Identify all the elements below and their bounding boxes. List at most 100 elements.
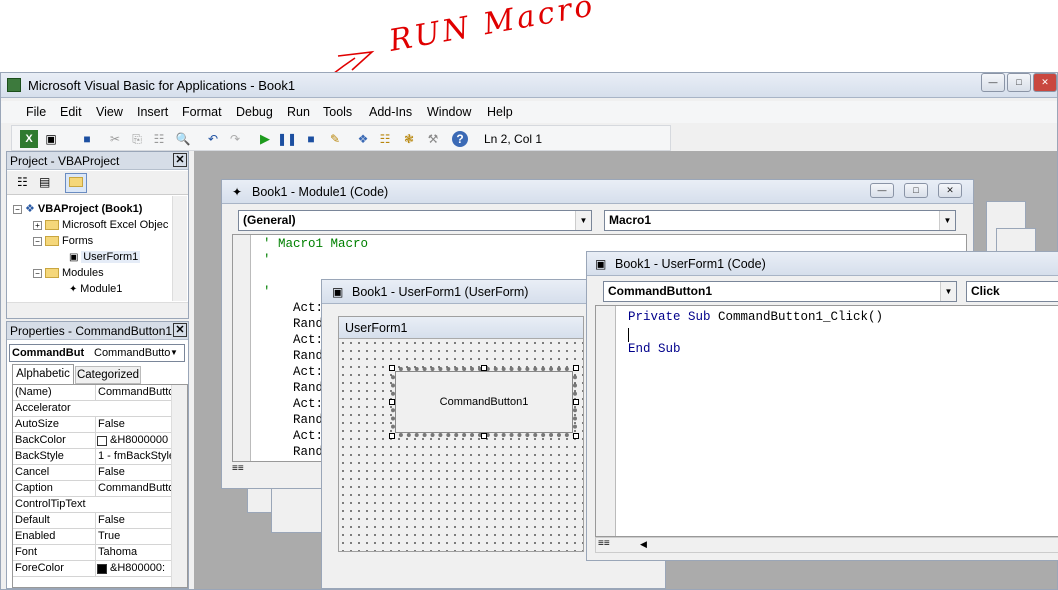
resize-handle[interactable] — [389, 399, 395, 405]
redo-icon[interactable]: ↷ — [226, 130, 244, 148]
chevron-down-icon[interactable]: ▼ — [940, 282, 956, 301]
code-hscrollbar[interactable]: ≡≡ ◀ — [595, 537, 1058, 553]
property-value[interactable]: &H8000000 — [95, 433, 177, 448]
module1-close-button[interactable]: ✕ — [938, 183, 962, 198]
menu-window[interactable]: Window — [427, 101, 471, 123]
property-row[interactable]: Accelerator — [13, 401, 178, 417]
properties-pane-header: Properties - CommandButton1 ✕ — [7, 322, 188, 340]
property-row[interactable]: ForeColor &H800000: — [13, 561, 178, 577]
property-value[interactable]: 1 - fmBackStyle — [95, 449, 177, 464]
property-row[interactable]: AutoSize False — [13, 417, 178, 433]
code-view-buttons[interactable]: ≡≡ — [598, 538, 610, 549]
module1-proc-combo[interactable]: Macro1 ▼ — [604, 210, 956, 231]
design-mode-icon[interactable]: ✎ — [326, 130, 344, 148]
resize-handle[interactable] — [573, 399, 579, 405]
resize-handle[interactable] — [481, 365, 487, 371]
undo-icon[interactable]: ↶ — [204, 130, 222, 148]
tree-modules[interactable]: − Modules — [33, 266, 104, 281]
property-row[interactable]: BackColor &H8000000 — [13, 433, 178, 449]
property-row[interactable]: BackStyle 1 - fmBackStyle — [13, 449, 178, 465]
property-value[interactable]: CommandButto — [95, 385, 177, 400]
insert-userform-icon[interactable]: ▣ — [42, 130, 60, 148]
toggle-folders-icon[interactable] — [65, 173, 87, 193]
menu-run[interactable]: Run — [287, 101, 310, 123]
userform-canvas[interactable]: UserForm1 CommandButton1 — [338, 316, 584, 552]
commandbutton1[interactable]: CommandButton1 — [395, 371, 573, 433]
code-proc-combo[interactable]: Click — [966, 281, 1058, 302]
property-value[interactable]: CommandButto — [95, 481, 177, 496]
property-row[interactable]: (Name) CommandButto — [13, 385, 178, 401]
property-value[interactable]: True — [95, 529, 177, 544]
view-code-icon[interactable]: ☷ — [17, 175, 28, 189]
menu-format[interactable]: Format — [182, 101, 222, 123]
pause-icon[interactable]: ❚❚ — [277, 130, 297, 148]
menu-tools[interactable]: Tools — [323, 101, 352, 123]
properties-window-icon[interactable]: ☷ — [376, 130, 394, 148]
module1-maximize-button[interactable]: □ — [904, 183, 928, 198]
property-row[interactable]: Font Tahoma — [13, 545, 178, 561]
menu-insert[interactable]: Insert — [137, 101, 168, 123]
userform-code-title: Book1 - UserForm1 (Code) — [615, 257, 766, 271]
chevron-down-icon[interactable]: ▼ — [575, 211, 591, 230]
resize-handle[interactable] — [389, 365, 395, 371]
tree-root[interactable]: − ❖ VBAProject (Book1) — [13, 202, 142, 217]
property-value[interactable]: False — [95, 417, 177, 432]
resize-handle[interactable] — [481, 433, 487, 439]
scroll-left-icon[interactable]: ◀ — [640, 539, 647, 550]
property-value[interactable]: False — [95, 465, 177, 480]
view-object-icon[interactable]: ▤ — [39, 175, 50, 189]
toolbox-icon[interactable]: ⚒ — [424, 130, 442, 148]
paste-icon[interactable]: ☷ — [150, 130, 168, 148]
property-value[interactable]: &H800000: — [95, 561, 177, 576]
menu-file[interactable]: File — [26, 101, 46, 123]
chevron-down-icon[interactable]: ▼ — [170, 345, 178, 361]
stop-icon[interactable]: ■ — [302, 130, 320, 148]
code-object-combo[interactable]: CommandButton1 ▼ — [603, 281, 957, 302]
project-hscrollbar[interactable] — [7, 302, 188, 318]
menu-view[interactable]: View — [96, 101, 123, 123]
object-browser-icon[interactable]: ❃ — [400, 130, 418, 148]
restore-button[interactable]: □ — [1007, 73, 1031, 92]
resize-handle[interactable] — [573, 365, 579, 371]
project-explorer-icon[interactable]: ❖ — [354, 130, 372, 148]
find-icon[interactable]: 🔍 — [174, 130, 192, 148]
excel-icon[interactable]: X — [20, 130, 38, 148]
tree-excel-objects[interactable]: + Microsoft Excel Objec — [33, 218, 168, 233]
property-row[interactable]: Default False — [13, 513, 178, 529]
copy-icon[interactable]: ⎘ — [128, 130, 146, 148]
tree-userform1[interactable]: ▣ UserForm1 — [69, 250, 141, 265]
object-selector[interactable]: CommandBut CommandButto ▼ — [9, 344, 185, 362]
tree-module1[interactable]: ✦ Module1 — [69, 282, 122, 297]
module1-minimize-button[interactable]: — — [870, 183, 894, 198]
tab-categorized[interactable]: Categorized — [75, 366, 141, 384]
property-row[interactable]: Caption CommandButto — [13, 481, 178, 497]
minimize-button[interactable]: — — [981, 73, 1005, 92]
project-scrollbar[interactable] — [172, 196, 187, 301]
project-pane-close-icon[interactable]: ✕ — [173, 153, 187, 167]
property-value[interactable]: Tahoma — [95, 545, 177, 560]
chevron-down-icon[interactable]: ▼ — [939, 211, 955, 230]
property-row[interactable]: Enabled True — [13, 529, 178, 545]
resize-handle[interactable] — [573, 433, 579, 439]
menu-addins[interactable]: Add-Ins — [369, 101, 412, 123]
menu-edit[interactable]: Edit — [60, 101, 82, 123]
userform-code-area[interactable]: Private Sub CommandButton1_Click() End S… — [595, 305, 1058, 537]
close-button[interactable]: ✕ — [1033, 73, 1057, 92]
tree-forms[interactable]: − Forms — [33, 234, 93, 249]
resize-handle[interactable] — [389, 433, 395, 439]
property-scrollbar[interactable] — [171, 385, 187, 587]
tab-categorized-label: Categorized — [76, 369, 139, 381]
menu-debug[interactable]: Debug — [236, 101, 273, 123]
save-icon[interactable]: ■ — [78, 130, 96, 148]
module1-object-combo[interactable]: (General) ▼ — [238, 210, 592, 231]
tab-alphabetic[interactable]: Alphabetic — [12, 364, 74, 384]
properties-pane-close-icon[interactable]: ✕ — [173, 323, 187, 337]
module1-view-buttons[interactable]: ≡≡ — [232, 463, 267, 477]
cut-icon[interactable]: ✂ — [106, 130, 124, 148]
menu-help[interactable]: Help — [487, 101, 513, 123]
help-icon[interactable]: ? — [452, 131, 468, 147]
property-value[interactable]: False — [95, 513, 177, 528]
run-icon[interactable]: ▶ — [256, 130, 274, 148]
property-row[interactable]: Cancel False — [13, 465, 178, 481]
property-row[interactable]: ControlTipText — [13, 497, 178, 513]
